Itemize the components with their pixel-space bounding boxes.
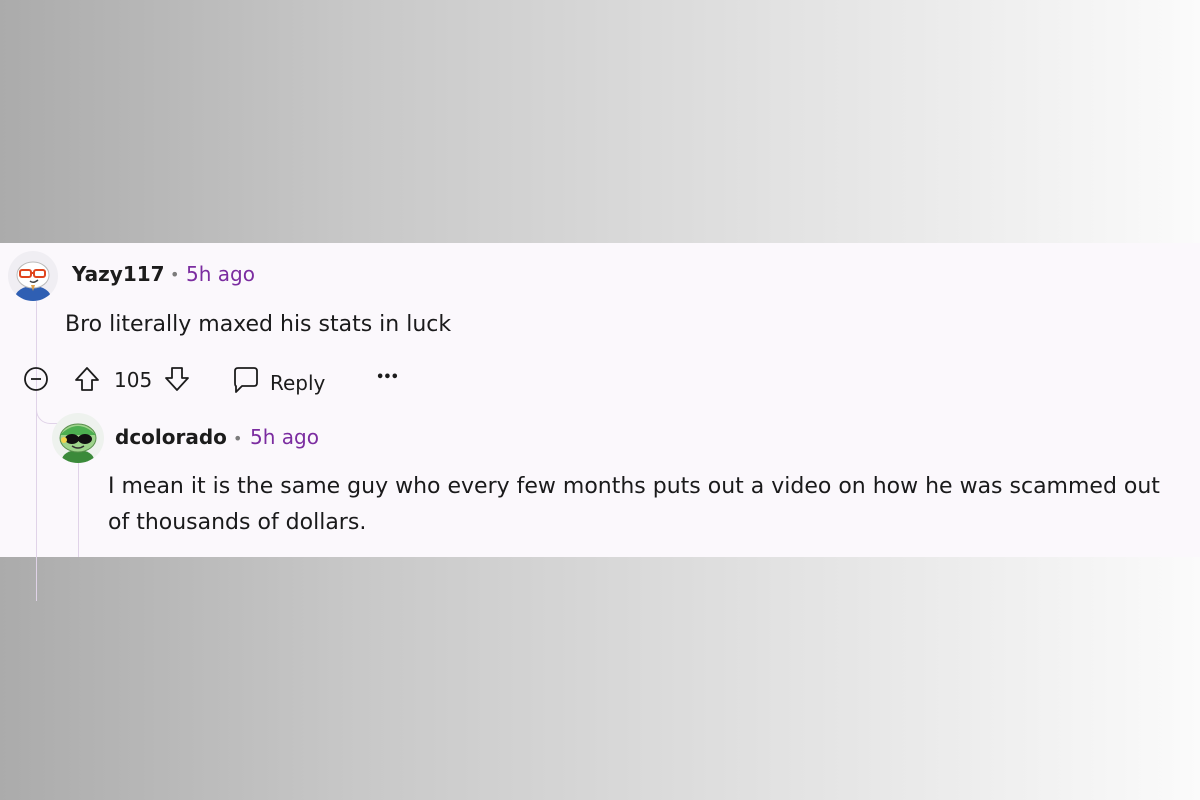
reply-thread-line [78, 461, 79, 557]
avatar[interactable] [8, 251, 58, 301]
collapse-button[interactable] [22, 365, 50, 398]
reply-label: Reply [270, 370, 326, 395]
separator-dot: • [233, 429, 243, 448]
comment-author[interactable]: dcolorado [115, 425, 227, 449]
downvote-button[interactable] [162, 364, 192, 399]
comment-bubble-icon [230, 365, 260, 400]
more-options-button[interactable]: ••• [376, 370, 399, 385]
reply-button[interactable]: Reply [230, 365, 325, 400]
thread-connector [36, 397, 59, 424]
upvote-icon [72, 364, 102, 399]
upvote-button[interactable] [72, 364, 102, 399]
collapse-icon [22, 365, 50, 398]
more-options-icon: ••• [376, 370, 399, 385]
comment-thread: Yazy117 • 5h ago Bro literally maxed his… [0, 243, 1200, 601]
comment-body: Bro literally maxed his stats in luck [65, 312, 452, 337]
vote-count: 105 [114, 368, 153, 392]
avatar[interactable] [52, 413, 104, 463]
separator-dot: • [170, 265, 180, 284]
downvote-icon [162, 364, 192, 399]
comment-timestamp[interactable]: 5h ago [186, 262, 255, 286]
comment-body: I mean it is the same guy who every few … [108, 474, 1160, 535]
thread-line [36, 301, 37, 601]
comment-timestamp[interactable]: 5h ago [250, 425, 319, 449]
comment-author[interactable]: Yazy117 [72, 262, 165, 286]
